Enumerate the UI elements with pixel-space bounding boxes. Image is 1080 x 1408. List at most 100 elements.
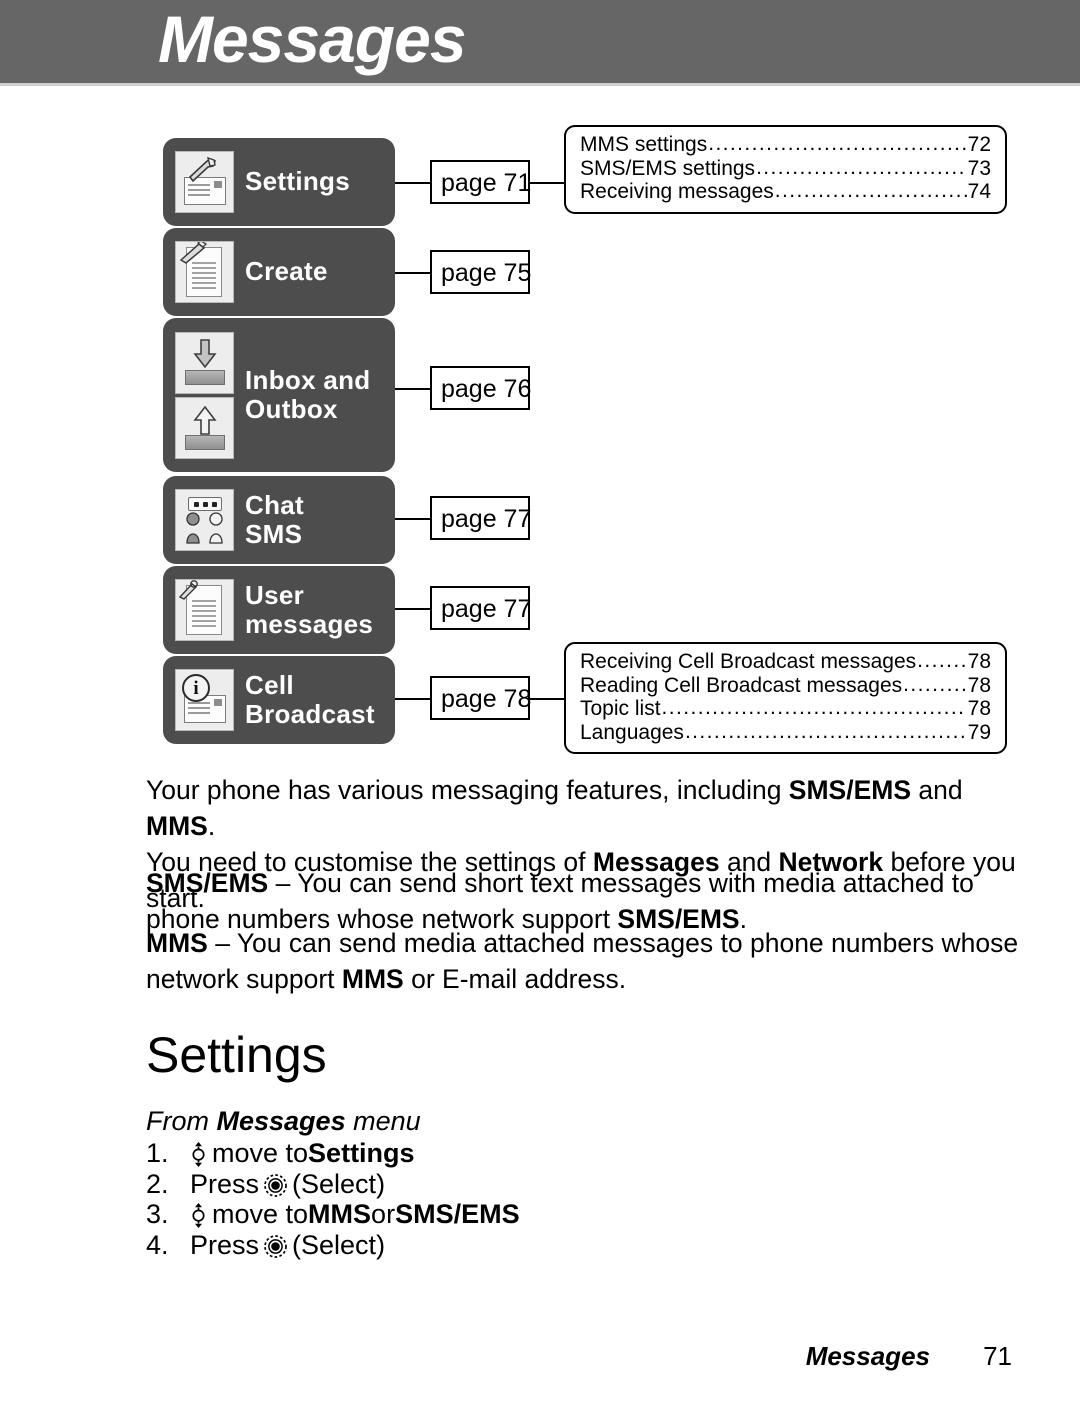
toc-title: Reading Cell Broadcast messages [580,673,903,697]
page-header: Messages [0,0,1080,83]
toc-title: Languages [580,720,684,744]
step-number: 3. [146,1199,169,1229]
section-heading-settings: Settings [146,1027,327,1083]
mms-term: MMS [146,928,208,958]
messages-menu-diagram: Settings page 71 MMS settings ..........… [0,120,1080,765]
outbox-icon [175,396,234,459]
footer-section-name: Messages [805,1341,930,1371]
toc-row: Reading Cell Broadcast messages ........… [580,672,991,698]
toc-row: SMS/EMS settings .......................… [580,155,991,181]
page-ref-inbox-outbox[interactable]: page 76 [430,366,531,410]
inbox-icon [175,331,234,394]
toc-row: Topic list .............................… [580,696,991,721]
step-bold2: SMS/EMS [395,1199,520,1229]
cell-broadcast-info-envelope-icon: i [175,669,234,731]
mms-paragraph: MMS – You can send media attached messag… [146,925,1036,997]
page-ref-user-messages[interactable]: page 77 [430,586,531,630]
page-ref-settings[interactable]: page 71 [430,160,531,204]
connector-user-messages-to-page [395,608,433,610]
toc-title: Topic list [580,697,661,720]
toc-leader: ........................................… [661,696,967,719]
toc-row: MMS settings ...........................… [580,132,991,157]
mms-dash: – [207,928,237,958]
intro-l1c: and [911,775,963,805]
step-number: 2. [146,1168,169,1199]
menu-item-label: Settings [245,166,350,197]
user-messages-document-icon [175,579,234,641]
page-ref-create[interactable]: page 75 [430,250,531,294]
menu-item-inbox-outbox[interactable]: Inbox and Outbox [163,318,395,472]
toc-leader: ........................................… [708,132,967,155]
connector-page-to-toc-settings [530,182,566,184]
toc-title: Receiving messages [580,180,774,203]
step-content: Press (Select) [190,1169,385,1200]
toc-settings: MMS settings ...........................… [564,125,1007,214]
menu-item-user-messages[interactable]: User messages [163,566,395,654]
footer-page-number: 71 [983,1341,1012,1371]
select-key-icon [263,1173,288,1198]
toc-cell-broadcast: Receiving Cell Broadcast messages ......… [564,642,1007,754]
step-suffix: (Select) [292,1168,386,1199]
step-text: Press [190,1168,260,1199]
toc-row: Receiving messages .....................… [580,179,991,204]
toc-page-number: 74 [967,180,991,203]
select-key-icon [263,1234,288,1259]
intro-l1d: MMS [146,811,208,841]
mms-end: or E-mail address. [403,964,627,994]
toc-page-number: 79 [967,720,991,744]
toc-leader: ........................................… [903,672,967,696]
connector-inbox-to-page [395,388,433,390]
step-text: move to [212,1199,309,1229]
nav-updown-key-icon [190,1202,207,1228]
toc-row: Receiving Cell Broadcast messages ......… [580,649,991,674]
menu-item-cell-broadcast[interactable]: i Cell Broadcast [163,656,395,744]
toc-leader: ........................................… [756,155,967,179]
toc-page-number: 78 [967,650,991,673]
chat-sms-people-icon [175,489,234,551]
toc-title: Receiving Cell Broadcast messages [580,650,917,673]
toc-page-number: 73 [967,156,991,180]
intro-l1a: Your phone has various messaging feature… [146,775,789,805]
inbox-outbox-tray-arrows-icon [175,331,234,459]
step-content: move to MMS or SMS/EMS [190,1199,520,1230]
instruction-steps: 1. move to Settings 2. Press (Select) 3.… [146,1138,520,1260]
step-suffix: (Select) [292,1229,386,1260]
page-footer: Messages 71 [0,1341,1080,1381]
step-text: move to [212,1138,309,1168]
page-title: Messages [158,2,467,76]
toc-leader: ........................................… [774,179,967,202]
menu-item-chat-sms[interactable]: Chat SMS [163,476,395,564]
step-text: Press [190,1229,260,1260]
menu-item-create[interactable]: Create [163,228,395,316]
mms-term2: MMS [341,964,404,994]
step-content: Press (Select) [190,1230,385,1261]
step-4: 4. Press (Select) [146,1230,520,1261]
step-content: move to Settings [190,1138,415,1169]
page-ref-chat-sms[interactable]: page 77 [430,496,531,540]
step-bold: Settings [308,1138,415,1168]
intro-l1e: . [207,811,216,841]
toc-leader: ........................................… [684,719,967,743]
menu-item-label: Chat SMS [245,489,304,549]
page-ref-cell-broadcast[interactable]: page 78 [430,676,531,720]
menu-item-label: Create [245,256,328,287]
step-1: 1. move to Settings [146,1138,520,1169]
create-pen-document-icon [175,241,234,303]
step-2: 2. Press (Select) [146,1169,520,1200]
menu-item-settings[interactable]: Settings [163,138,395,226]
from-suffix: menu [345,1106,421,1136]
connector-create-to-page [395,272,433,274]
connector-chat-to-page [395,518,433,520]
from-menu-name: Messages [216,1106,346,1136]
toc-leader: ........................................… [917,649,966,672]
from-prefix: From [146,1106,217,1136]
step-3: 3. move to MMS or SMS/EMS [146,1199,520,1230]
toc-page-number: 78 [967,697,991,720]
sms-dash: – [268,868,298,898]
step-bold: MMS [308,1199,372,1229]
toc-page-number: 72 [967,133,991,156]
step-number: 4. [146,1229,169,1260]
menu-item-label: Inbox and Outbox [245,364,371,424]
settings-wrench-envelope-icon [175,151,234,213]
connector-cell-broadcast-to-page [395,698,433,700]
